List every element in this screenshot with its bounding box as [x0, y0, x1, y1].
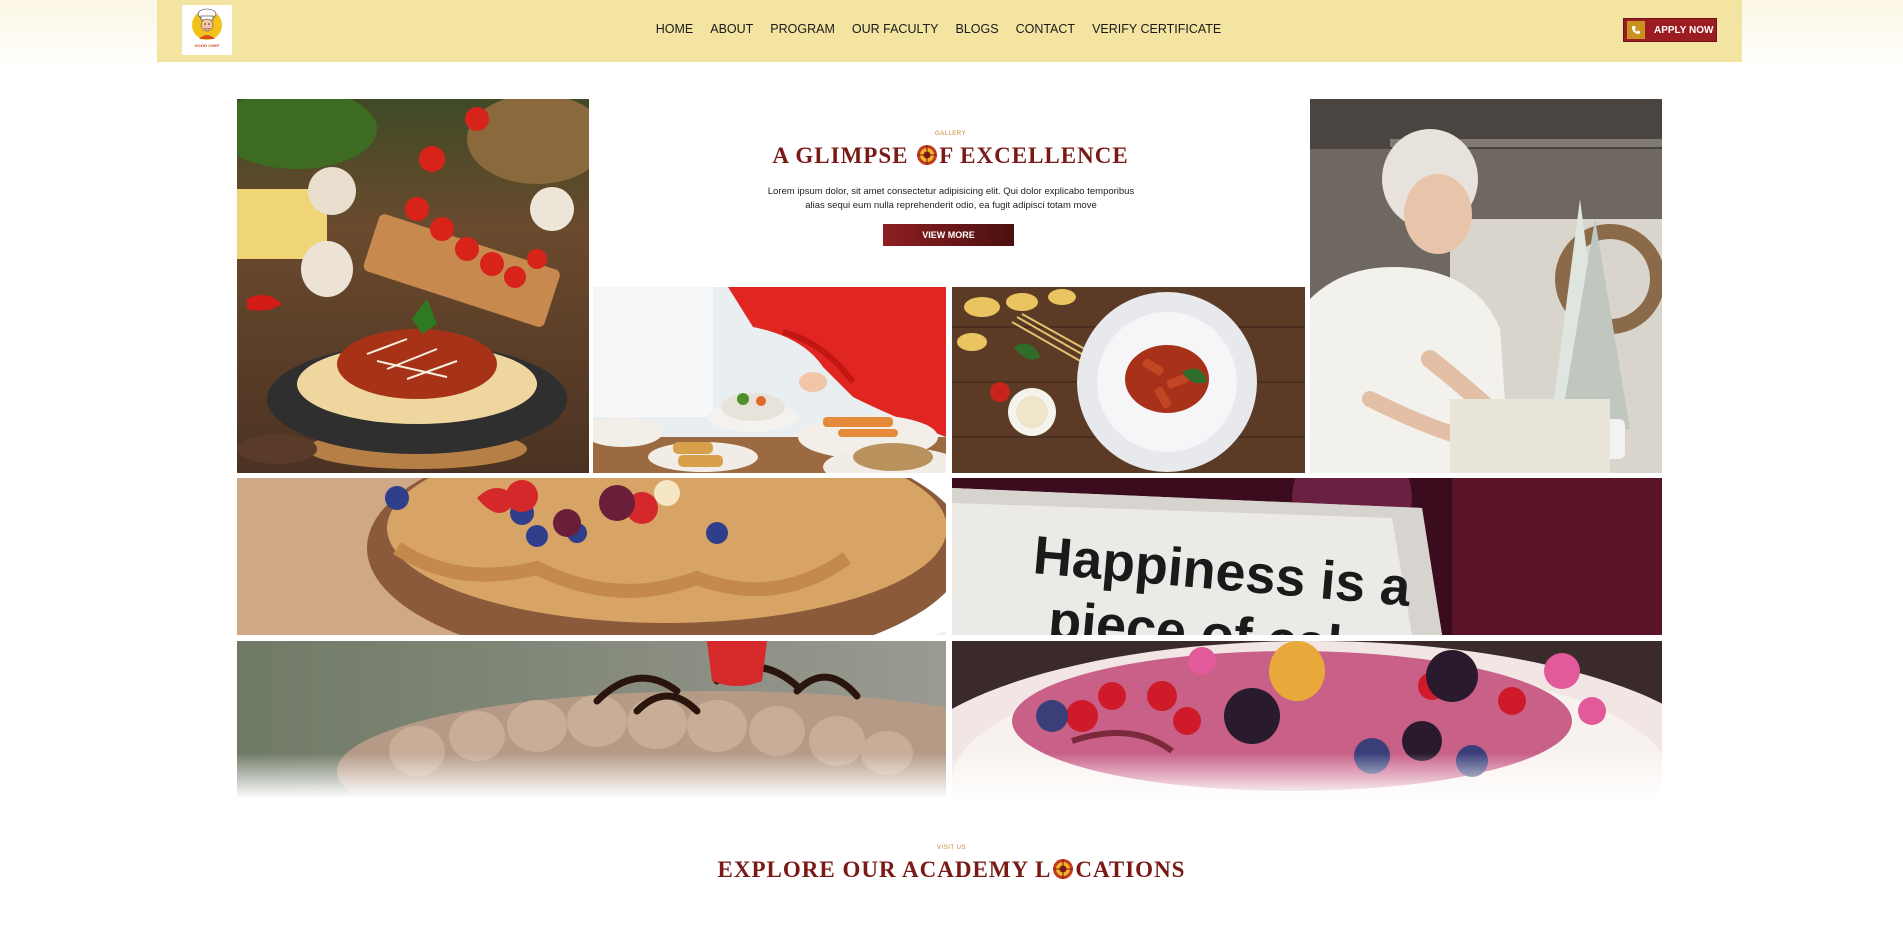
gallery-intro: GALLERY A GLIMPSE F EXCELLENCE Lorem ips… [591, 99, 1310, 279]
gallery-image-woman-cooking[interactable] [1310, 99, 1662, 473]
nav-program[interactable]: PROGRAM [770, 20, 835, 38]
locations-eyebrow: VISIT US [937, 845, 966, 851]
happiness-sign-photo: Happiness is a piece of cake [952, 478, 1662, 635]
apply-now-button[interactable]: APPLY NOW [1623, 18, 1717, 42]
spaghetti-photo [237, 99, 589, 473]
gallery-image-spaghetti[interactable] [237, 99, 589, 473]
emblem-o-icon [1052, 858, 1074, 880]
nav-home[interactable]: HOME [656, 20, 694, 38]
phone-icon [1627, 21, 1645, 39]
locations-title-start: EXPLORE OUR ACADEMY L [717, 857, 1052, 882]
main-nav: HOME ABOUT PROGRAM OUR FACULTY BLOGS CON… [157, 20, 1742, 38]
gallery-image-berry-dessert[interactable] [952, 641, 1662, 798]
caramel-cake-photo [237, 478, 946, 635]
gallery-title-end: F EXCELLENCE [939, 143, 1129, 168]
gallery-title-start: A GLIMPSE [772, 143, 916, 168]
locations-title: EXPLORE OUR ACADEMY L CATIONS [0, 857, 1903, 883]
image-fade [237, 753, 946, 798]
nav-contact[interactable]: CONTACT [1016, 20, 1076, 38]
gallery-image-chef-serving[interactable] [593, 287, 946, 473]
chef-serving-photo [593, 287, 946, 473]
logo-text: GOOD CHEF [194, 43, 220, 48]
gallery-eyebrow: GALLERY [934, 131, 967, 137]
apply-now-label: APPLY NOW [1654, 24, 1714, 36]
image-fade [952, 753, 1662, 798]
woman-cooking-photo [1310, 99, 1662, 473]
nav-our-faculty[interactable]: OUR FACULTY [852, 20, 939, 38]
nav-verify-certificate[interactable]: VERIFY CERTIFICATE [1092, 20, 1221, 38]
nav-about[interactable]: ABOUT [710, 20, 753, 38]
penne-plate-photo [952, 287, 1305, 473]
nav-blogs[interactable]: BLOGS [955, 20, 998, 38]
gallery-title: A GLIMPSE F EXCELLENCE [591, 143, 1310, 169]
gallery-image-penne[interactable] [952, 287, 1305, 473]
locations-title-end: CATIONS [1075, 857, 1186, 882]
gallery-image-happiness-sign[interactable]: Happiness is a piece of cake [952, 478, 1662, 635]
emblem-o-icon [916, 144, 938, 166]
site-header: GOOD CHEF HOME ABOUT PROGRAM OUR FACULTY… [157, 0, 1742, 62]
gallery-description: Lorem ipsum dolor, sit amet consectetur … [767, 186, 1135, 211]
view-more-button[interactable]: VIEW MORE [883, 224, 1014, 246]
gallery-image-chocolate-cake[interactable] [237, 641, 946, 798]
gallery-image-caramel-cake[interactable] [237, 478, 946, 635]
